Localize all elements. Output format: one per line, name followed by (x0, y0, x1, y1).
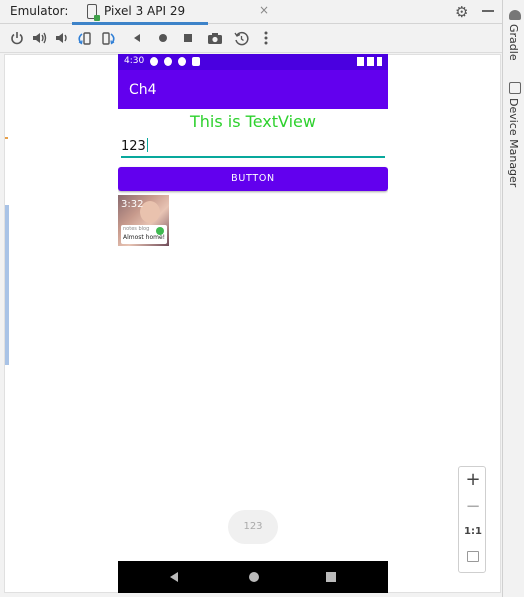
zoom-controls: + − 1:1 (458, 466, 486, 573)
snapshot-icon[interactable] (232, 29, 250, 47)
actual-size-button[interactable]: 1:1 (459, 526, 487, 537)
system-nav-bar (118, 561, 388, 593)
edit-text-field[interactable]: 123 (121, 136, 385, 158)
minimize-icon[interactable] (482, 10, 494, 12)
sync-status-icon (178, 57, 186, 66)
more-icon[interactable] (257, 29, 275, 47)
device-tab[interactable]: Pixel 3 API 29 × (72, 0, 269, 25)
device-manager-tab[interactable]: Device Manager (507, 98, 520, 187)
back-icon[interactable] (128, 29, 146, 47)
volume-down-icon[interactable] (52, 29, 70, 47)
device-manager-icon (509, 82, 521, 94)
device-tab-label: Pixel 3 API 29 (104, 4, 186, 18)
cell-signal-icon (367, 57, 374, 66)
app-bar: Ch4 (118, 70, 388, 109)
main-button[interactable]: BUTTON (118, 167, 388, 191)
nav-home-icon[interactable] (249, 572, 259, 582)
check-badge-icon (156, 227, 164, 235)
settings-status-icon (150, 57, 158, 66)
close-tab-icon[interactable]: × (259, 3, 269, 17)
phone-icon (87, 4, 100, 21)
overview-icon[interactable] (179, 29, 197, 47)
text-caret (146, 138, 148, 152)
text-view: This is TextView (190, 112, 316, 131)
gutter-marker (5, 137, 8, 139)
battery-icon (377, 57, 382, 66)
zoom-in-button[interactable]: + (459, 469, 487, 490)
wifi-signal-icon (357, 57, 364, 66)
home-icon[interactable] (154, 29, 172, 47)
wifi-status-icon (164, 57, 172, 66)
toast-message: 123 (228, 510, 278, 544)
sd-card-icon (192, 57, 200, 66)
screenshot-icon[interactable] (206, 29, 224, 47)
emulator-tabbar: Emulator: Pixel 3 API 29 × ⚙ (0, 0, 502, 25)
status-bar: 4:30 (118, 54, 388, 70)
rotate-right-icon[interactable] (100, 29, 118, 47)
device-screen[interactable]: 4:30 Ch4 This is TextView 123 BUTTON 3:3… (118, 54, 388, 593)
volume-up-icon[interactable] (30, 29, 48, 47)
nav-back-icon[interactable] (170, 572, 178, 582)
fit-screen-icon[interactable] (467, 551, 479, 562)
right-tool-strip: Gradle Device Manager (502, 0, 524, 597)
status-time: 4:30 (124, 56, 145, 66)
gradle-tab[interactable]: Gradle (507, 24, 520, 61)
emulator-toolbar (0, 25, 502, 53)
image-thumbnail[interactable]: 3:32 notes blog Almost home! (118, 195, 169, 246)
gradle-icon (509, 10, 521, 20)
thumbnail-clock: 3:32 (121, 199, 144, 210)
status-right-icons (357, 57, 382, 66)
rotate-left-icon[interactable] (75, 29, 93, 47)
power-icon[interactable] (8, 29, 26, 47)
settings-gear-icon[interactable]: ⚙ (455, 3, 468, 21)
nav-recents-icon[interactable] (326, 572, 336, 582)
zoom-out-button[interactable]: − (459, 496, 487, 517)
gutter-highlight (5, 205, 9, 365)
thumbnail-card-line2: Almost home! (123, 234, 166, 241)
thumbnail-card-line1: notes blog (123, 226, 150, 232)
edit-text-value: 123 (121, 139, 146, 154)
app-title: Ch4 (129, 82, 157, 98)
tool-window-title: Emulator: (10, 4, 69, 18)
